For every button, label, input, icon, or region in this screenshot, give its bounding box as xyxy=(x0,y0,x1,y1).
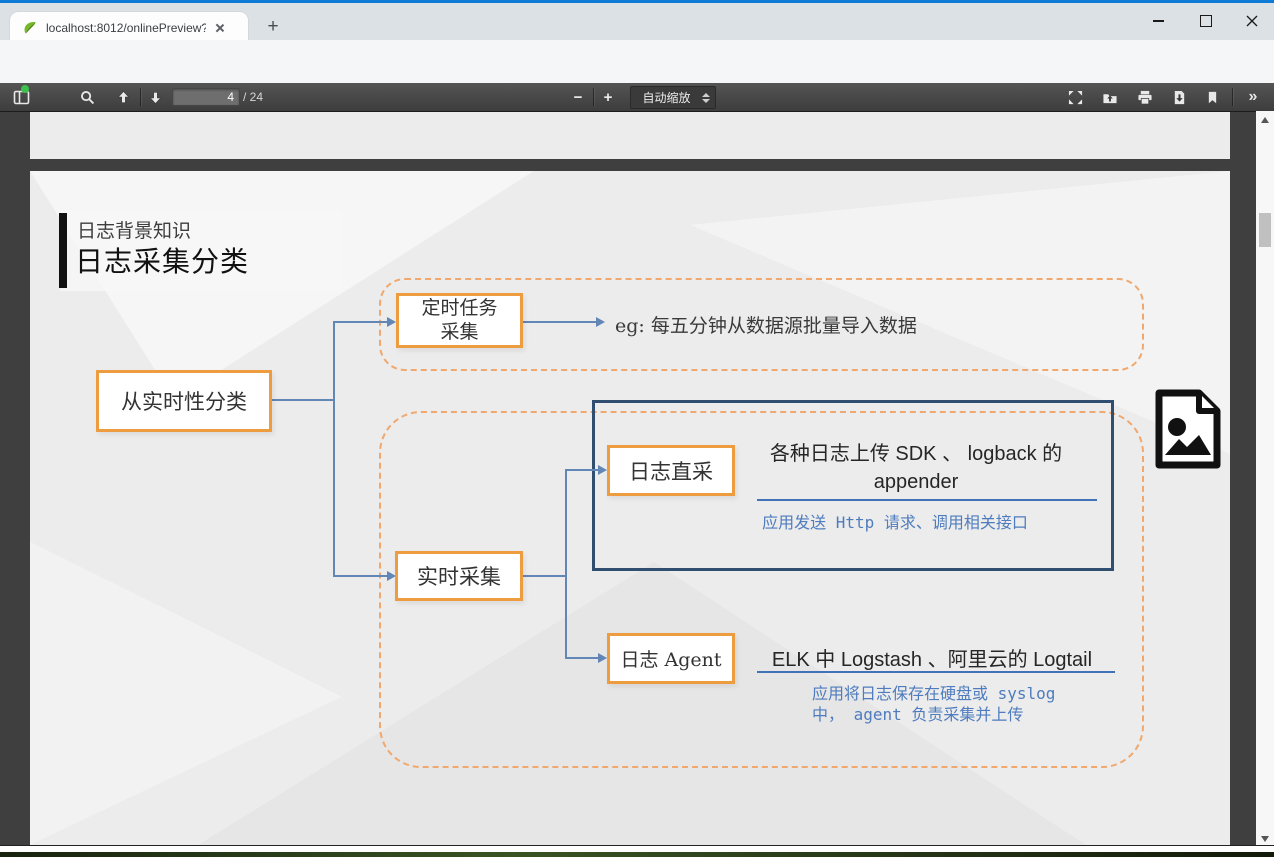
presentation-mode-button[interactable] xyxy=(1062,83,1088,111)
arrowhead-icon xyxy=(598,653,607,663)
maximize-icon xyxy=(1200,15,1212,27)
minimize-button[interactable] xyxy=(1136,6,1181,36)
connector-line xyxy=(333,321,335,577)
slide-eyebrow: 日志背景知识 xyxy=(77,216,191,243)
agent-note-line2: 中， agent 负责采集并上传 xyxy=(812,704,1055,725)
zoom-in-button[interactable]: + xyxy=(596,83,620,111)
spring-leaf-favicon xyxy=(22,20,38,36)
previous-page-bottom xyxy=(30,112,1230,159)
browser-tab[interactable]: localhost:8012/onlinePreview? xyxy=(10,12,248,43)
title-accent-bar xyxy=(59,213,67,288)
scroll-down-icon[interactable] xyxy=(1261,836,1269,842)
tab-strip: localhost:8012/onlinePreview? + xyxy=(0,3,1274,40)
tab-close-icon[interactable] xyxy=(212,20,228,36)
agent-divider xyxy=(757,671,1115,673)
close-icon xyxy=(1246,15,1258,27)
browser-toolbar: i localhost:8012/onlinePreview?url=http:… xyxy=(0,40,1274,83)
toolbar-separator xyxy=(1232,88,1233,106)
download-button[interactable] xyxy=(1166,83,1192,111)
connector-line xyxy=(523,321,597,323)
current-view-bookmark-button[interactable] xyxy=(1199,83,1225,111)
toolbar-separator xyxy=(140,88,141,106)
connector-line xyxy=(272,399,334,401)
close-button[interactable] xyxy=(1229,6,1274,36)
direct-note-text: 应用发送 Http 请求、调用相关接口 xyxy=(670,509,1120,533)
arrow-up-icon xyxy=(116,90,131,105)
scroll-up-icon[interactable] xyxy=(1261,117,1269,123)
zoom-mode-label: 自动缩放 xyxy=(631,89,702,106)
next-page-button[interactable] xyxy=(142,83,168,111)
download-icon xyxy=(1172,90,1187,105)
arrowhead-icon xyxy=(387,317,396,327)
agent-desc-text: ELK 中 Logstash 、阿里云的 Logtail xyxy=(752,643,1112,672)
arrowhead-icon xyxy=(596,317,605,327)
arrowhead-icon xyxy=(598,465,607,475)
connector-line xyxy=(523,575,566,577)
node-agent: 日志 Agent xyxy=(607,633,735,684)
scheduled-example-text: eg: 每五分钟从数据源批量导入数据 xyxy=(615,311,917,338)
tab-title: localhost:8012/onlinePreview? xyxy=(46,21,206,35)
open-file-button[interactable] xyxy=(1097,83,1123,111)
connector-line xyxy=(565,469,599,471)
minimize-icon xyxy=(1153,20,1164,21)
node-scheduled-line2: 采集 xyxy=(440,321,478,345)
more-tools-button[interactable]: » xyxy=(1240,83,1266,111)
direct-desc-text: 各种日志上传 SDK 、 logback 的 appender xyxy=(742,440,1090,496)
desktop-edge xyxy=(0,852,1274,857)
pdf-page: 日志背景知识 日志采集分类 从实时性分类 定时任务 采集 实时采集 日志直采 日… xyxy=(30,171,1230,845)
connector-line xyxy=(333,321,388,323)
select-caret-icon xyxy=(702,93,715,103)
image-placeholder-icon xyxy=(1153,389,1223,469)
find-button[interactable] xyxy=(74,83,100,111)
agent-note-line1: 应用将日志保存在硬盘或 syslog xyxy=(812,683,1055,704)
toolbar-separator xyxy=(593,88,594,106)
fullscreen-icon xyxy=(1068,90,1083,105)
print-icon xyxy=(1137,90,1153,105)
connector-line xyxy=(333,575,388,577)
zoom-mode-select[interactable]: 自动缩放 xyxy=(630,86,716,109)
open-file-icon xyxy=(1102,90,1118,105)
connector-line xyxy=(565,657,599,659)
kkfileview-status-dot xyxy=(21,85,29,93)
previous-page-button[interactable] xyxy=(110,83,136,111)
node-scheduled: 定时任务 采集 xyxy=(396,293,523,348)
browser-window: localhost:8012/onlinePreview? + xyxy=(0,0,1274,857)
scrollbar-thumb[interactable] xyxy=(1259,213,1271,247)
bookmark-icon xyxy=(1206,90,1219,105)
new-tab-button[interactable]: + xyxy=(260,15,286,41)
zoom-out-button[interactable]: − xyxy=(566,83,590,111)
maximize-button[interactable] xyxy=(1183,6,1228,36)
node-direct: 日志直采 xyxy=(607,445,735,496)
connector-line xyxy=(565,469,567,659)
page-count-label: / 24 xyxy=(243,83,263,111)
print-button[interactable] xyxy=(1132,83,1158,111)
node-root: 从实时性分类 xyxy=(96,370,272,432)
agent-note-text: 应用将日志保存在硬盘或 syslog 中， agent 负责采集并上传 xyxy=(812,683,1055,725)
direct-divider xyxy=(757,499,1097,501)
arrow-down-icon xyxy=(148,90,163,105)
page-number-input[interactable] xyxy=(172,88,240,106)
slide-title: 日志采集分类 xyxy=(75,240,249,280)
node-scheduled-line1: 定时任务 xyxy=(421,297,497,321)
search-icon xyxy=(80,90,95,105)
node-realtime: 实时采集 xyxy=(395,551,523,601)
